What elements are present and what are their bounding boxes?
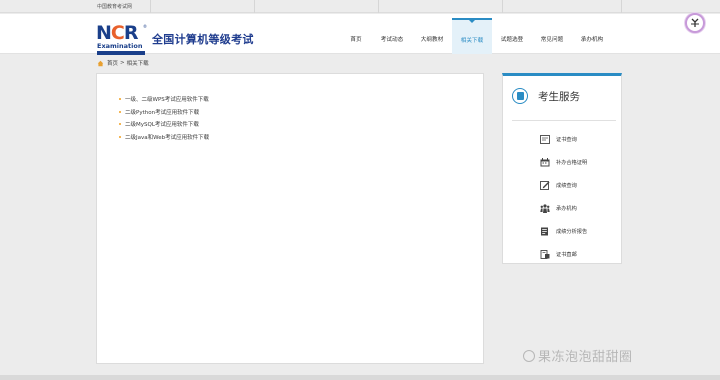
bullet-icon bbox=[119, 135, 121, 138]
service-item-label: 证书直邮 bbox=[556, 252, 577, 258]
service-item-reissue-proof[interactable]: 补办合格证明 bbox=[539, 151, 587, 174]
candidate-icon bbox=[512, 88, 528, 104]
candidate-service-panel: 考生服务 证书查询 补办合格证明 成绩查询 承办机构 成绩分析报告 证书直邮 bbox=[502, 73, 622, 264]
download-link-label: 二级MySQL考试应用软件下载 bbox=[125, 122, 199, 129]
edit-icon bbox=[539, 181, 550, 190]
service-title: 考生服务 bbox=[538, 90, 580, 103]
bullet-icon bbox=[119, 98, 121, 101]
nav-label: 试题选登 bbox=[500, 37, 524, 43]
home-icon bbox=[97, 60, 104, 66]
site-name-link[interactable]: 中国教育考试网 bbox=[97, 3, 132, 10]
service-list: 证书查询 补办合格证明 成绩查询 承办机构 成绩分析报告 证书直邮 bbox=[539, 128, 587, 266]
watermark-logo-icon bbox=[523, 349, 535, 362]
service-item-label: 成绩查询 bbox=[556, 183, 577, 189]
nav-item-downloads[interactable]: 相关下载 bbox=[452, 18, 492, 54]
breadcrumb-current: 相关下载 bbox=[126, 61, 149, 67]
service-item-score-query[interactable]: 成绩查询 bbox=[539, 174, 587, 197]
nav-label: 大纲教材 bbox=[420, 37, 444, 43]
mail-icon bbox=[539, 250, 550, 259]
calendar-icon bbox=[539, 158, 550, 167]
topbar-divider bbox=[502, 0, 503, 13]
nav-label: 常见问题 bbox=[540, 37, 564, 43]
nav-item-syllabus[interactable]: 大纲教材 bbox=[412, 18, 452, 54]
download-link-label: 一级、二级WPS考试应用软件下载 bbox=[125, 97, 209, 104]
service-header: 考生服务 bbox=[512, 88, 580, 104]
top-utility-bar: 中国教育考试网 bbox=[0, 0, 720, 13]
main-nav: 首页 考试动态 大纲教材 相关下载 试题选登 常见问题 承办机构 bbox=[340, 18, 612, 54]
topbar-divider bbox=[150, 0, 151, 13]
download-link-label: 二级Python考试应用软件下载 bbox=[125, 109, 200, 116]
breadcrumb-home[interactable]: 首页 bbox=[107, 59, 118, 67]
nav-item-exam-news[interactable]: 考试动态 bbox=[372, 18, 412, 54]
logo-mark: NCR bbox=[96, 22, 138, 44]
ncre-logo[interactable]: NCR ® Examination bbox=[96, 22, 148, 60]
logo-subtitle: Examination bbox=[97, 42, 143, 50]
nav-label: 首页 bbox=[350, 37, 362, 43]
service-item-certificate-mail[interactable]: 证书直邮 bbox=[539, 243, 587, 266]
service-item-certificate-query[interactable]: 证书查询 bbox=[539, 128, 587, 151]
nav-label: 相关下载 bbox=[460, 38, 484, 44]
service-item-label: 补办合格证明 bbox=[556, 160, 588, 166]
topbar-divider bbox=[378, 0, 379, 13]
nav-item-faq[interactable]: 常见问题 bbox=[532, 18, 572, 54]
nav-label: 承办机构 bbox=[580, 37, 604, 43]
registered-mark: ® bbox=[143, 24, 147, 29]
download-links: 一级、二级WPS考试应用软件下载 二级Python考试应用软件下载 二级MySQ… bbox=[119, 93, 209, 143]
extension-icon bbox=[691, 18, 699, 27]
footer-strip bbox=[0, 375, 720, 380]
download-link-python[interactable]: 二级Python考试应用软件下载 bbox=[119, 106, 209, 119]
service-divider bbox=[512, 120, 616, 121]
service-item-institutions[interactable]: 承办机构 bbox=[539, 197, 587, 220]
watermark: 果冻泡泡甜甜圈 bbox=[523, 346, 633, 365]
download-link-label: 二级Java和Web考试应用软件下载 bbox=[125, 134, 210, 141]
nav-label: 考试动态 bbox=[380, 37, 404, 43]
download-list-panel: 一级、二级WPS考试应用软件下载 二级Python考试应用软件下载 二级MySQ… bbox=[96, 73, 484, 364]
service-item-label: 成绩分析报告 bbox=[556, 229, 588, 235]
site-brand-title[interactable]: 全国计算机等级考试 bbox=[152, 31, 254, 47]
watermark-text: 果冻泡泡甜甜圈 bbox=[538, 350, 633, 365]
logo-bar bbox=[97, 51, 145, 55]
certificate-icon bbox=[539, 135, 550, 144]
download-link-java-web[interactable]: 二级Java和Web考试应用软件下载 bbox=[119, 131, 209, 144]
active-indicator bbox=[469, 20, 475, 23]
topbar-divider bbox=[254, 0, 255, 13]
breadcrumb-separator: > bbox=[120, 60, 125, 66]
nav-item-institutions[interactable]: 承办机构 bbox=[572, 18, 612, 54]
download-link-wps[interactable]: 一级、二级WPS考试应用软件下载 bbox=[119, 93, 209, 106]
service-item-label: 证书查询 bbox=[556, 137, 577, 143]
extension-badge[interactable] bbox=[685, 13, 705, 33]
bullet-icon bbox=[119, 110, 121, 113]
service-item-label: 承办机构 bbox=[556, 206, 577, 212]
nav-item-sample-questions[interactable]: 试题选登 bbox=[492, 18, 532, 54]
download-link-mysql[interactable]: 二级MySQL考试应用软件下载 bbox=[119, 118, 209, 131]
bullet-icon bbox=[119, 123, 121, 126]
nav-item-home[interactable]: 首页 bbox=[340, 18, 372, 54]
service-item-score-report[interactable]: 成绩分析报告 bbox=[539, 220, 587, 243]
topbar-divider bbox=[621, 0, 622, 13]
breadcrumb: 首页 > 相关下载 bbox=[97, 59, 149, 67]
people-icon bbox=[539, 204, 550, 213]
report-icon bbox=[539, 227, 550, 236]
